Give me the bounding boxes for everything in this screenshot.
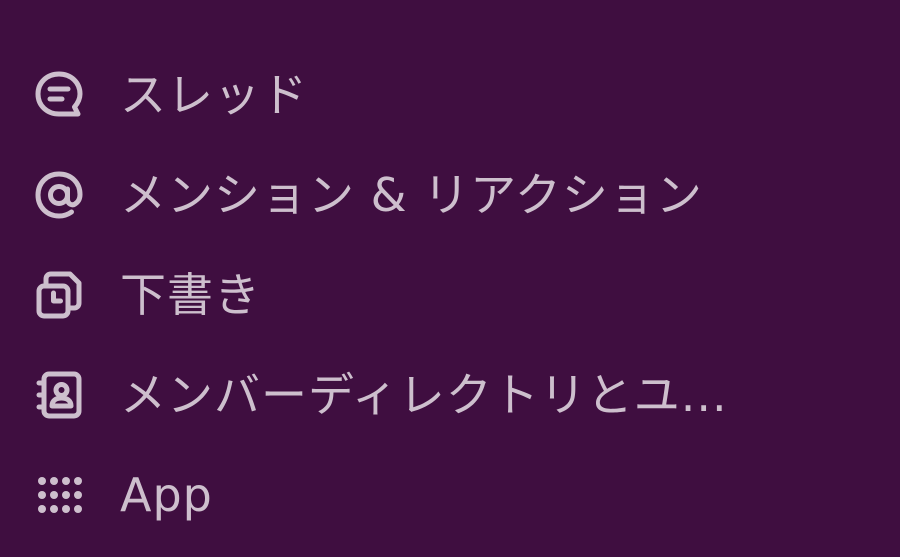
sidebar-item-mentions-reactions[interactable]: メンション & リアクション: [0, 145, 900, 245]
sidebar-item-drafts[interactable]: 下書き: [0, 245, 900, 345]
apps-grid-icon: [30, 466, 88, 524]
sidebar: スレッド メンション & リアクション 下書き メンバーディレクトリとユ... …: [0, 0, 900, 557]
sidebar-item-label: メンション & リアクション: [120, 168, 703, 222]
sidebar-item-label: スレッド: [120, 68, 308, 122]
at-sign-icon: [30, 166, 88, 224]
sidebar-item-label: App: [120, 468, 213, 522]
sidebar-item-label: メンバーディレクトリとユ...: [120, 368, 728, 422]
sidebar-item-label: 下書き: [120, 268, 261, 322]
member-directory-icon: [30, 366, 88, 424]
sidebar-item-app[interactable]: App: [0, 445, 900, 545]
drafts-icon: [30, 266, 88, 324]
threads-icon: [30, 66, 88, 124]
sidebar-item-threads[interactable]: スレッド: [0, 45, 900, 145]
sidebar-nav-list: スレッド メンション & リアクション 下書き メンバーディレクトリとユ... …: [0, 45, 900, 545]
sidebar-item-member-directory[interactable]: メンバーディレクトリとユ...: [0, 345, 900, 445]
